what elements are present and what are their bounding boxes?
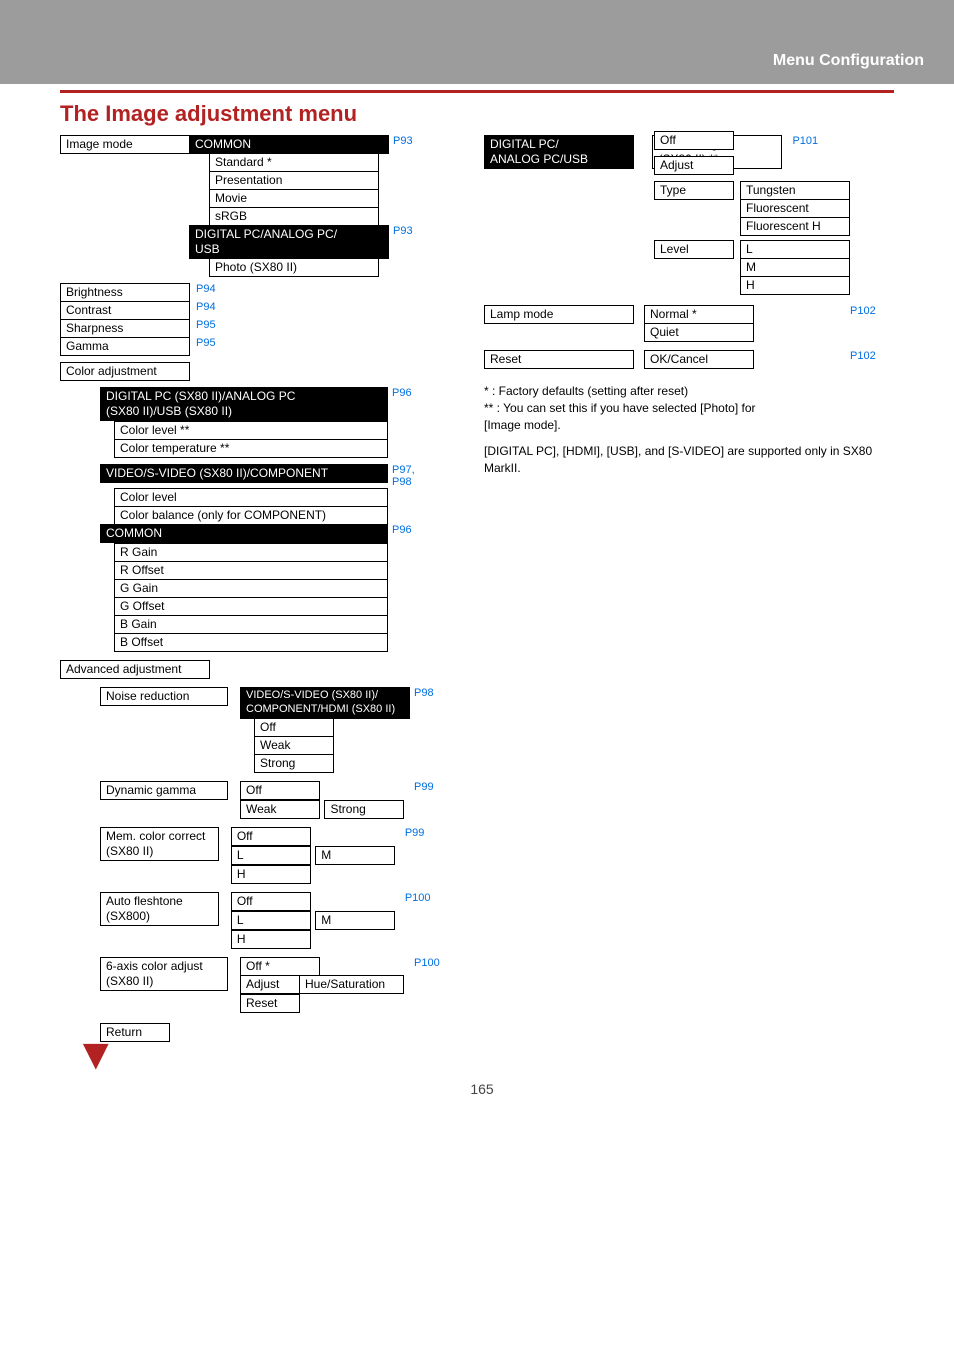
ref-p96b: P96 [392, 524, 412, 536]
ref-p102b: P102 [850, 350, 876, 362]
ref-p93b: P93 [393, 225, 413, 237]
amb-adjust: Adjust [654, 156, 734, 175]
adv-mem-0: Off [231, 827, 311, 846]
ref-p93a: P93 [393, 135, 413, 147]
adv-noise-label: Noise reduction [100, 687, 228, 706]
page-title: The Image adjustment menu [60, 101, 954, 127]
continue-arrow-icon: ▼ [74, 1048, 460, 1061]
image-mode-label: Image mode [60, 135, 190, 154]
ref-p99a: P99 [414, 781, 434, 793]
amb-level: Level [654, 240, 734, 259]
adv-6axis-reset: Reset [240, 994, 300, 1013]
adv-flesh-label: Auto fleshtone (SX800) [100, 892, 219, 926]
ref-p98: P98 [414, 687, 434, 699]
ref-p101: P101 [792, 135, 818, 147]
im-digital-head: DIGITAL PC/ANALOG PC/ USB [189, 225, 389, 259]
adv-mem-1: L [231, 846, 311, 865]
reset-label: Reset [484, 350, 634, 369]
amb-type-2: Fluorescent H [740, 217, 850, 236]
ca-dig-0: Color level ** [114, 421, 388, 440]
ref-p94b: P94 [196, 301, 216, 313]
adv-flesh-2: M [315, 911, 395, 930]
brightness: Brightness [60, 283, 190, 302]
adv-dg-label: Dynamic gamma [100, 781, 228, 800]
amb-type: Type [654, 181, 734, 200]
adv-mem-label: Mem. color correct (SX80 II) [100, 827, 219, 861]
ref-p95b: P95 [196, 337, 216, 349]
ca-vid-1: Color balance (only for COMPONENT) [114, 506, 388, 525]
header-bar: Menu Configuration [0, 0, 954, 84]
right-column: DIGITAL PC/ ANALOG PC/USB Ambient light … [484, 135, 904, 477]
adv-mem-2: M [315, 846, 395, 865]
adv-mem-3: H [231, 865, 311, 884]
ref-p96a: P96 [392, 387, 412, 399]
ref-p9798: P97, P98 [392, 464, 415, 488]
amb-lvl-2: H [740, 276, 850, 295]
ca-common-head: COMMON [100, 524, 388, 543]
advanced-adj: Advanced adjustment [60, 660, 210, 679]
im-common-1: Presentation [209, 171, 379, 190]
im-common-2: Movie [209, 189, 379, 208]
ca-c-3: G Offset [114, 597, 388, 616]
amb-lvl-1: M [740, 258, 850, 277]
ca-vid-0: Color level [114, 488, 388, 507]
page-number: 165 [60, 1081, 904, 1097]
im-common-head: COMMON [189, 135, 389, 154]
adv-flesh-1: L [231, 911, 311, 930]
ref-p100a: P100 [405, 892, 431, 904]
gamma: Gamma [60, 337, 190, 356]
adv-noise-2: Strong [254, 754, 334, 773]
adv-flesh-0: Off [231, 892, 311, 911]
ref-p99b: P99 [405, 827, 425, 839]
adv-6axis-label: 6-axis color adjust (SX80 II) [100, 957, 228, 991]
ca-dig-1: Color temperature ** [114, 439, 388, 458]
adv-dg-0: Off [240, 781, 320, 800]
ref-p102a: P102 [850, 305, 876, 317]
ca-c-4: B Gain [114, 615, 388, 634]
ca-c-5: B Offset [114, 633, 388, 652]
amb-type-0: Tungsten [740, 181, 850, 200]
ca-c-2: G Gain [114, 579, 388, 598]
adv-6axis-hs: Hue/Saturation [299, 975, 404, 994]
notes: * : Factory defaults (setting after rese… [484, 383, 904, 477]
contrast: Contrast [60, 301, 190, 320]
amb-off: Off [654, 131, 734, 150]
adv-dg-2: Strong [324, 800, 404, 819]
ca-video-head: VIDEO/S-VIDEO (SX80 II)/COMPONENT [100, 464, 388, 483]
ca-c-0: R Gain [114, 543, 388, 562]
adv-flesh-3: H [231, 930, 311, 949]
adv-noise-1: Weak [254, 736, 334, 755]
sharpness: Sharpness [60, 319, 190, 338]
amb-lvl-0: L [740, 240, 850, 259]
lamp-label: Lamp mode [484, 305, 634, 324]
left-column: Image mode COMMON Standard * Presentatio… [60, 135, 460, 1061]
color-adjustment: Color adjustment [60, 362, 190, 381]
im-common-0: Standard * [209, 153, 379, 172]
adv-noise-0: Off [254, 718, 334, 737]
note-3: [DIGITAL PC], [HDMI], [USB], and [S-VIDE… [484, 443, 904, 477]
ref-p95a: P95 [196, 319, 216, 331]
ref-p100b: P100 [414, 957, 440, 969]
amb-type-1: Fluorescent [740, 199, 850, 218]
lamp-normal: Normal * [644, 305, 754, 324]
adv-dg-1: Weak [240, 800, 320, 819]
ca-c-1: R Offset [114, 561, 388, 580]
adv-6axis-adjust: Adjust [240, 975, 300, 994]
reset-ok: OK/Cancel [644, 350, 754, 369]
adv-6axis-off: Off * [240, 957, 320, 976]
amb-head: DIGITAL PC/ ANALOG PC/USB [484, 135, 634, 169]
ref-p94a: P94 [196, 283, 216, 295]
im-digital-0: Photo (SX80 II) [209, 258, 379, 277]
accent-line [60, 90, 894, 93]
page-body: Image mode COMMON Standard * Presentatio… [0, 135, 954, 1137]
note-2: ** : You can set this if you have select… [484, 400, 904, 434]
lamp-quiet: Quiet [644, 323, 754, 342]
ca-digital-head: DIGITAL PC (SX80 II)/ANALOG PC (SX80 II)… [100, 387, 388, 421]
header-right: Menu Configuration [773, 52, 924, 70]
im-common-3: sRGB [209, 207, 379, 226]
adv-noise-head: VIDEO/S-VIDEO (SX80 II)/ COMPONENT/HDMI … [240, 687, 410, 719]
note-1: * : Factory defaults (setting after rese… [484, 383, 904, 400]
